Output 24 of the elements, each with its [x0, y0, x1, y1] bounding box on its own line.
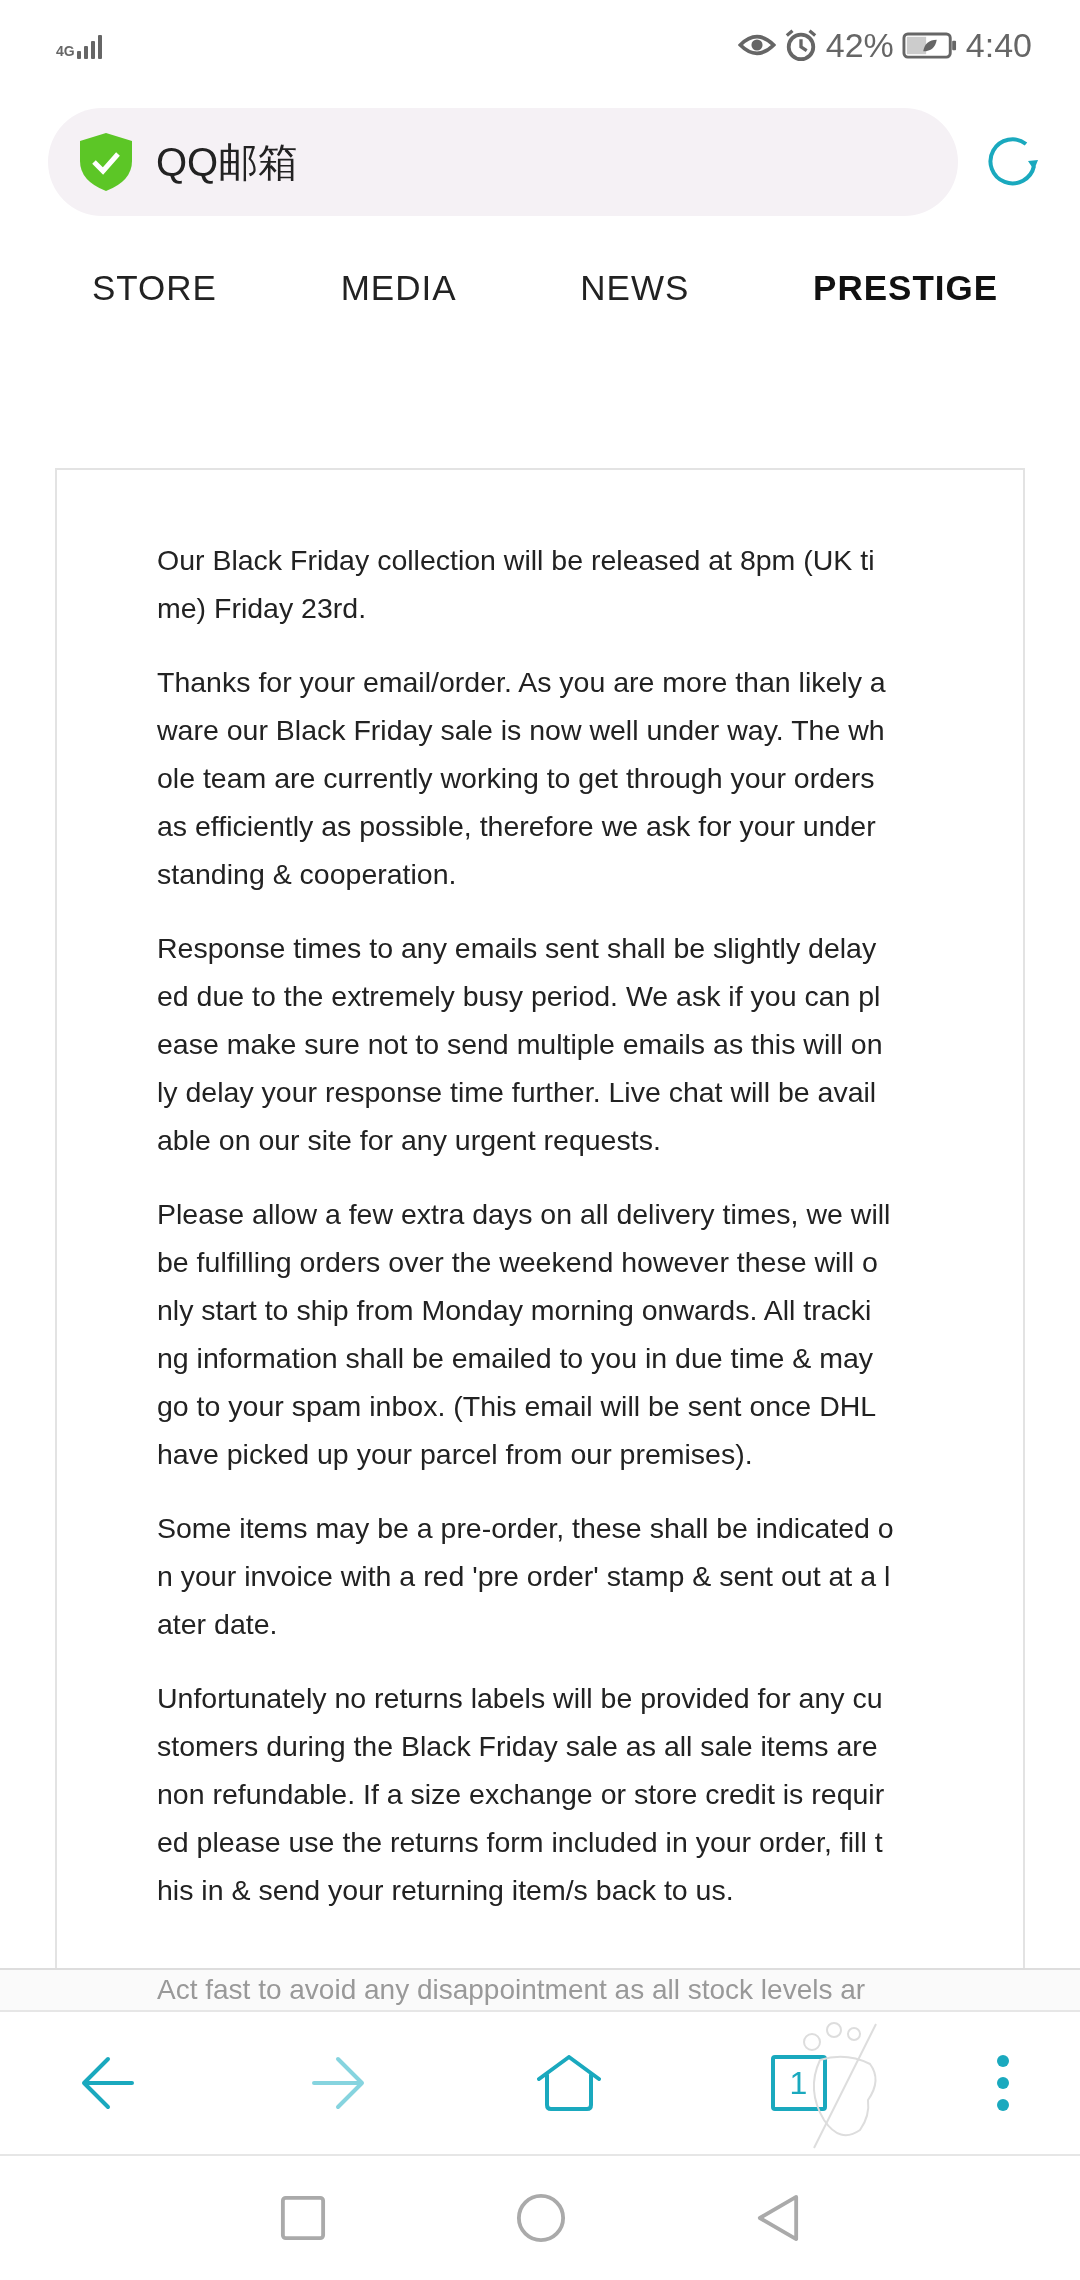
network-type: 4G [56, 43, 75, 59]
page-title: QQ邮箱 [156, 138, 299, 186]
message-paragraph: Thanks for your email/order. As you are more than likely a ware our Black Friday sale is now well under way. The wh ole team are currently working to get through your orders as efficiently as possible, therefore we ask for your under standing & cooperation. [157, 665, 887, 892]
battery-percent: 42% [825, 25, 894, 65]
home-circle-icon[interactable] [516, 2193, 566, 2243]
message-paragraph: Please allow a few extra days on all delivery times, we will be fulfilling orders over the weekend however these will o nly start to ship from Monday morning onwards. All tracki ng information shall be emailed to you in due time & may go to your spam inbox. (This email will be sent once DHL have picked up your parcel from our premises). [157, 1197, 892, 1472]
battery-icon [901, 31, 958, 59]
message-paragraph: Some items may be a pre-order, these shall be indicated o n your invoice with a red 'pre order' stamp & sent out at a l ater date. [157, 1511, 895, 1642]
nav-tab[interactable]: PRESTIGE [797, 258, 1015, 318]
clock: 4:40 [965, 25, 1032, 65]
nav-tab[interactable]: NEWS [564, 258, 706, 318]
message-paragraph: Our Black Friday collection will be released at 8pm (UK ti me) Friday 23rd. [157, 543, 876, 626]
message-paragraph: Response times to any emails sent shall be slightly delay ed due to the extremely busy period. We ask if you can pl ease make sure not to send multiple emails as this will on ly delay your response time further. Live chat will be avail able on our site for any urgent requests. [157, 931, 884, 1158]
address-bar[interactable]: QQ邮箱 [48, 108, 958, 216]
nav-tab[interactable]: STORE [75, 258, 233, 318]
eye-icon [737, 32, 776, 58]
recents-icon[interactable] [280, 2195, 326, 2241]
alarm-icon [783, 28, 818, 62]
home-icon[interactable] [537, 2055, 601, 2111]
message-paragraph: Unfortunately no returns labels will be provided for any cu stomers during the Black Friday sale as all sale items are non refundable. If a size exchange or store credit is requir ed please use the returns form included in your order, fill t his in & send your returning item/s back to us. [157, 1681, 886, 1908]
more-menu-icon[interactable] [996, 2053, 1010, 2113]
message-paragraph: Act fast to avoid any disappointment as all stock levels ar [0, 1968, 1080, 2010]
back-triangle-icon[interactable] [756, 2194, 800, 2242]
nav-tab[interactable]: MEDIA [324, 258, 473, 318]
